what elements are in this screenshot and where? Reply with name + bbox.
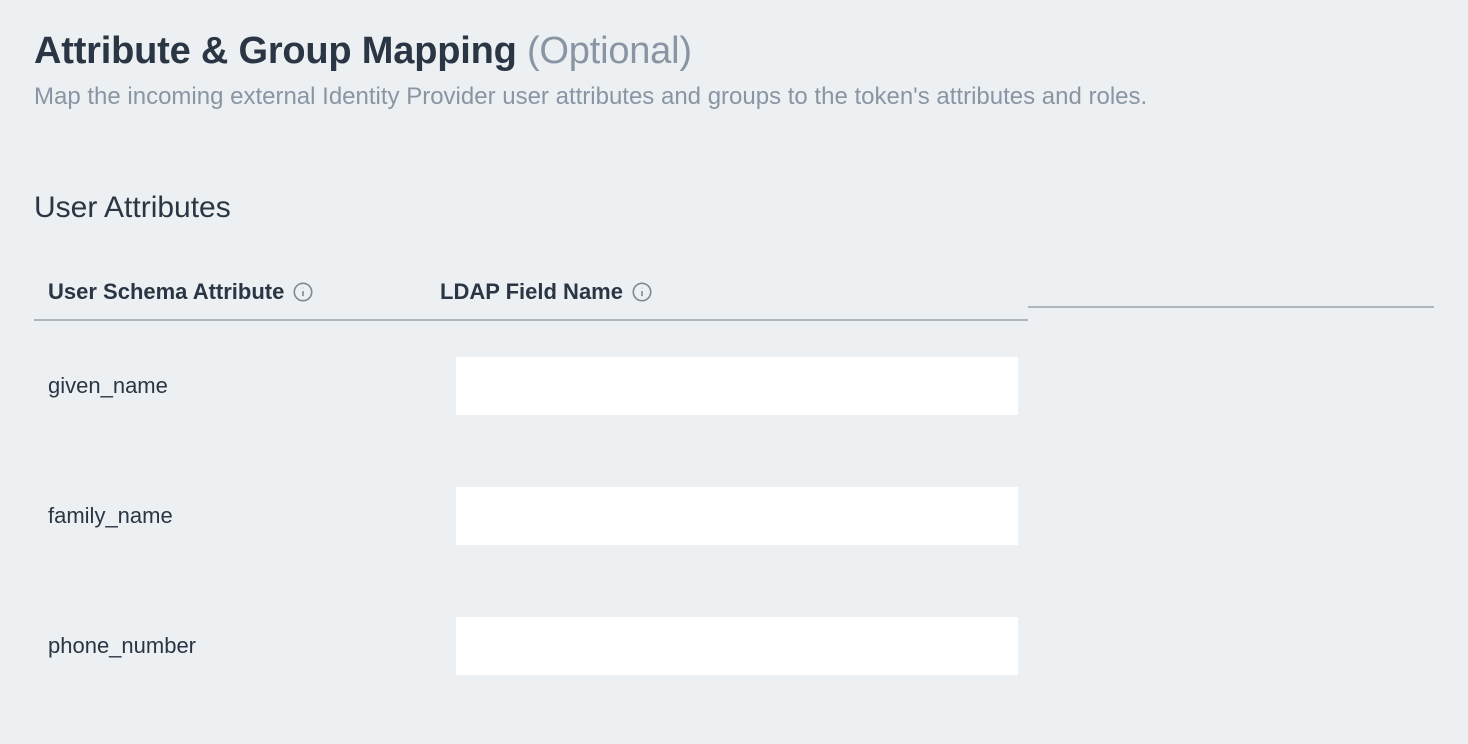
- ldap-field-cell: [426, 581, 1028, 711]
- info-icon[interactable]: [292, 281, 314, 303]
- ldap-field-input-family-name[interactable]: [456, 487, 1018, 545]
- column-header-ldap-field-name: LDAP Field Name: [426, 271, 1028, 321]
- page-title-optional: (Optional): [527, 30, 692, 72]
- column-header-user-schema-attribute-label: User Schema Attribute: [48, 279, 284, 305]
- column-header-empty: [1028, 284, 1434, 308]
- attribute-group-mapping-panel: Attribute & Group Mapping (Optional) Map…: [0, 0, 1468, 711]
- empty-cell: [1028, 451, 1434, 581]
- empty-cell: [1028, 581, 1434, 711]
- user-attributes-table: User Schema Attribute LDAP Field Name: [34, 271, 1434, 711]
- page-title-main: Attribute & Group Mapping: [34, 30, 517, 72]
- table-row: phone_number: [34, 581, 1434, 711]
- info-icon[interactable]: [631, 281, 653, 303]
- table-row: family_name: [34, 451, 1434, 581]
- column-header-user-schema-attribute: User Schema Attribute: [34, 271, 426, 321]
- schema-attribute-cell: family_name: [34, 451, 426, 581]
- empty-cell: [1028, 321, 1434, 451]
- ldap-field-cell: [426, 321, 1028, 451]
- page-subtitle: Map the incoming external Identity Provi…: [34, 81, 1434, 113]
- ldap-field-cell: [426, 451, 1028, 581]
- table-row: given_name: [34, 321, 1434, 451]
- schema-attribute-cell: given_name: [34, 321, 426, 451]
- user-attributes-heading: User Attributes: [34, 191, 1434, 225]
- schema-attribute-name: given_name: [48, 373, 168, 399]
- ldap-field-input-phone-number[interactable]: [456, 617, 1018, 675]
- schema-attribute-name: phone_number: [48, 633, 196, 659]
- schema-attribute-name: family_name: [48, 503, 173, 529]
- table-header-row: User Schema Attribute LDAP Field Name: [34, 271, 1434, 321]
- page-title: Attribute & Group Mapping (Optional): [34, 30, 1434, 73]
- ldap-field-input-given-name[interactable]: [456, 357, 1018, 415]
- schema-attribute-cell: phone_number: [34, 581, 426, 711]
- column-header-ldap-field-name-label: LDAP Field Name: [440, 279, 623, 305]
